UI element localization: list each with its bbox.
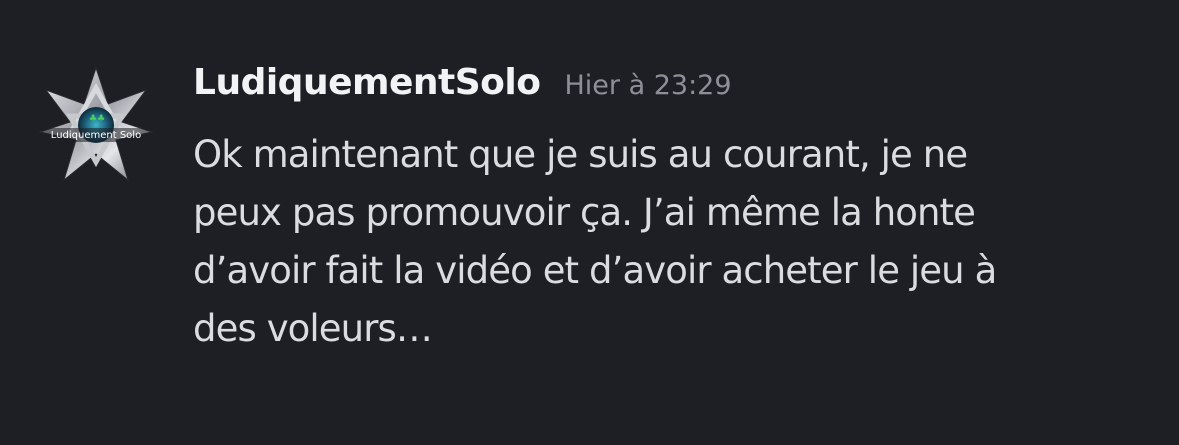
avatar[interactable]: ♣♣ Ludiquement Solo: [36, 66, 156, 186]
message-line: d’avoir fait la vidéo et d’avoir acheter…: [193, 249, 997, 292]
avatar-label: Ludiquement Solo: [51, 130, 141, 141]
author-name[interactable]: LudiquementSolo: [193, 62, 541, 103]
star-logo-icon: ♣♣ Ludiquement Solo: [38, 66, 154, 182]
message-line: Ok maintenant que je suis au courant, je…: [193, 133, 968, 176]
message-header: LudiquementSolo Hier à 23:29: [193, 62, 732, 103]
message-timestamp: Hier à 23:29: [564, 70, 732, 101]
svg-text:♣♣: ♣♣: [89, 114, 105, 124]
message-line: des voleurs…: [193, 307, 433, 350]
message-content: Ok maintenant que je suis au courant, je…: [193, 126, 1153, 358]
message-line: peux pas promouvoir ça. J’ai même la hon…: [193, 191, 976, 234]
chat-message: ♣♣ Ludiquement Solo LudiquementSolo Hier…: [0, 0, 1179, 445]
